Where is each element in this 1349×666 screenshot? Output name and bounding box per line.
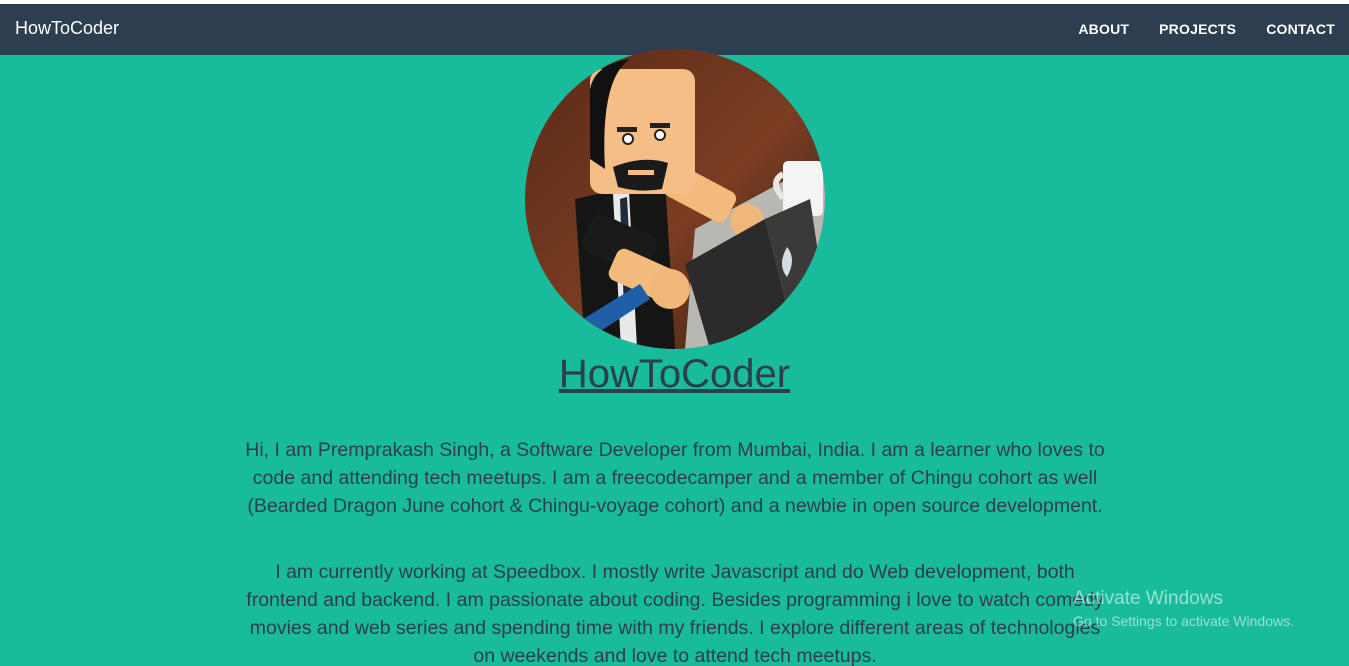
nav-links: ABOUT PROJECTS CONTACT [1078,21,1335,37]
watermark-subtitle: Go to Settings to activate Windows. [1073,613,1294,629]
navbar: HowToCoder ABOUT PROJECTS CONTACT [0,4,1349,55]
nav-link-contact[interactable]: CONTACT [1266,21,1335,37]
profile-avatar [525,49,825,349]
activate-windows-watermark: Activate Windows Go to Settings to activ… [1073,588,1294,629]
nav-link-projects[interactable]: PROJECTS [1159,21,1236,37]
intro-paragraph: Hi, I am Premprakash Singh, a Software D… [245,438,1105,517]
bio-paragraph: I am currently working at Speedbox. I mo… [246,560,1104,666]
site-title-link[interactable]: HowToCoder [0,352,1349,397]
brand-link[interactable]: HowToCoder [15,18,119,39]
nav-link-about[interactable]: ABOUT [1078,21,1129,37]
lego-coder-illustration [525,49,825,349]
watermark-title: Activate Windows [1073,588,1223,609]
